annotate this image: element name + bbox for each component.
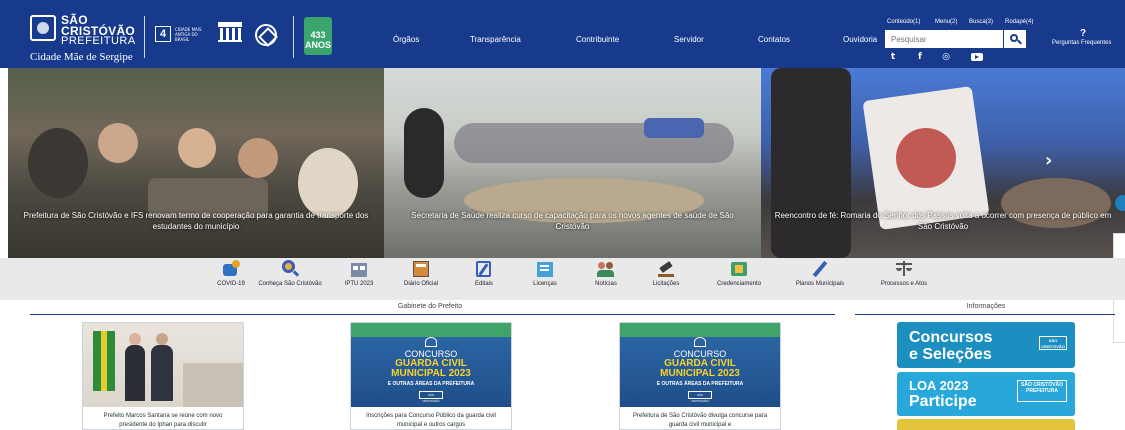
virus-icon — [221, 260, 241, 278]
acc-menu[interactable]: Menu(2) — [935, 19, 957, 25]
service-licitacoes[interactable]: Licitações — [633, 258, 699, 288]
nav-contatos[interactable]: Contatos — [758, 35, 790, 44]
concursos-banner[interactable]: Concursos e Seleções SÃO CRISTÓVÃO — [897, 322, 1075, 368]
service-planos[interactable]: Planos Municipais — [787, 258, 853, 288]
acc-busca[interactable]: Busca(3) — [969, 19, 993, 25]
pencil-icon — [810, 260, 830, 278]
search-button[interactable] — [1004, 30, 1026, 48]
slide-caption[interactable]: Reencontro de fé: Romaria do Senhor dos … — [761, 210, 1125, 232]
banner-logo: SÃO CRISTÓVÃO — [1039, 336, 1067, 350]
card-image: CONCURSO GUARDA CIVIL MUNICIPAL 2023 E OU… — [620, 323, 780, 407]
badge-number: 4 — [155, 26, 171, 42]
magnifier-map-icon — [280, 260, 300, 278]
facebook-icon[interactable]: f — [914, 52, 926, 62]
unesco-temple-icon — [215, 22, 245, 46]
mini-logo: SÃO CRISTÓVÃO — [419, 391, 443, 403]
house-calculator-icon — [349, 260, 369, 278]
faq-link[interactable]: Perguntas Frequentes — [1052, 40, 1111, 46]
guard-icon — [425, 337, 437, 347]
divider — [293, 16, 294, 58]
nav-transparencia[interactable]: Transparência — [470, 35, 521, 44]
loa-banner[interactable]: LOA 2023 Participe SÃO CRISTÓVÃO PREFEIT… — [897, 372, 1075, 416]
service-editais[interactable]: Editais — [451, 258, 517, 288]
mini-logo: SÃO CRISTÓVÃO — [688, 391, 712, 403]
service-licencas[interactable]: Licenças — [512, 258, 578, 288]
card-image — [83, 323, 243, 407]
nav-orgaos[interactable]: Órgãos — [393, 35, 419, 44]
scales-icon — [894, 260, 914, 278]
service-iptu[interactable]: IPTU 2023 — [326, 258, 392, 288]
gavel-icon — [656, 260, 676, 278]
site-header: SÃO CRISTÓVÃO PREFEITURA Cidade Mãe de S… — [0, 0, 1125, 68]
side-tab[interactable] — [1115, 195, 1125, 211]
services-bar: COVID-19 Conheça São Cristóvão IPTU 2023… — [0, 258, 1125, 300]
instagram-icon[interactable]: ◎ — [940, 52, 952, 62]
nav-ouvidoria[interactable]: Ouvidoria — [843, 35, 877, 44]
service-credenciamento[interactable]: Credenciamento — [706, 258, 772, 288]
service-conheca[interactable]: Conheça São Cristóvão — [257, 258, 323, 288]
divider — [144, 16, 145, 58]
chevron-right-icon[interactable]: › — [1045, 150, 1052, 171]
service-processos[interactable]: Processos e Atos — [871, 258, 937, 288]
card-image: CONCURSO GUARDA CIVIL MUNICIPAL 2023 E OU… — [351, 323, 511, 407]
acc-rodape[interactable]: Rodapé(4) — [1005, 19, 1033, 25]
gabinete-title: Gabinete do Prefeito — [397, 303, 463, 310]
slide-caption[interactable]: Prefeitura de São Cristóvão e IFS renova… — [8, 210, 384, 232]
newspaper-icon — [411, 260, 431, 278]
twitter-icon[interactable]: t — [887, 52, 899, 62]
nav-contribuinte[interactable]: Contribuinte — [576, 35, 619, 44]
news-carousel: Prefeitura de São Cristóvão e IFS renova… — [0, 68, 1125, 343]
logo-line3: PREFEITURA — [61, 35, 136, 47]
id-card-icon — [729, 260, 749, 278]
license-icon — [535, 260, 555, 278]
carousel-slide[interactable]: Secretaria de Saúde realiza curso de cap… — [384, 68, 761, 258]
info-title: Informações — [966, 303, 1006, 310]
people-icon — [596, 260, 616, 278]
card-text[interactable]: Prefeitura de São Cristóvão divulga conc… — [626, 412, 774, 430]
banner-logo: SÃO CRISTÓVÃO PREFEITURA — [1017, 380, 1067, 402]
card-text[interactable]: Inscrições para Concurso Público da guar… — [357, 412, 505, 430]
slide-caption[interactable]: Secretaria de Saúde realiza curso de cap… — [384, 210, 761, 232]
acc-conteudo[interactable]: Conteúdo(1) — [887, 19, 920, 25]
pen-document-icon — [474, 260, 494, 278]
service-noticias[interactable]: Notícias — [573, 258, 639, 288]
section-divider — [30, 314, 835, 315]
logo-tagline: Cidade Mãe de Sergipe — [30, 51, 133, 63]
prefeitura-logo[interactable]: SÃO CRISTÓVÃO PREFEITURA Cidade Mãe de S… — [30, 13, 142, 63]
carousel-slide[interactable]: Prefeitura de São Cristóvão e IFS renova… — [8, 68, 384, 258]
carousel-slide[interactable]: Reencontro de fé: Romaria do Senhor dos … — [761, 68, 1125, 258]
cidade-antiga-text: CIDADE MAIS ANTIGA DO BRASIL — [175, 27, 202, 42]
news-card[interactable]: CONCURSO GUARDA CIVIL MUNICIPAL 2023 E OU… — [350, 322, 512, 430]
world-heritage-icon — [255, 24, 277, 46]
guard-icon — [694, 337, 706, 347]
news-card[interactable]: CONCURSO GUARDA CIVIL MUNICIPAL 2023 E OU… — [619, 322, 781, 430]
nav-servidor[interactable]: Servidor — [674, 35, 704, 44]
third-banner[interactable] — [897, 419, 1075, 430]
anniversary-badge: 433 ANOS — [304, 17, 332, 55]
faq-icon[interactable]: ? — [1080, 28, 1086, 39]
section-divider — [855, 314, 1115, 315]
news-card[interactable]: Prefeito Marcos Santana se reúne com nov… — [82, 322, 244, 430]
service-diario-oficial[interactable]: Diário Oficial — [388, 258, 454, 288]
crest-icon — [30, 15, 56, 41]
card-text[interactable]: Prefeito Marcos Santana se reúne com nov… — [89, 412, 237, 430]
service-covid[interactable]: COVID-19 — [198, 258, 264, 288]
search-input[interactable] — [885, 30, 1003, 48]
youtube-icon[interactable] — [971, 53, 983, 61]
